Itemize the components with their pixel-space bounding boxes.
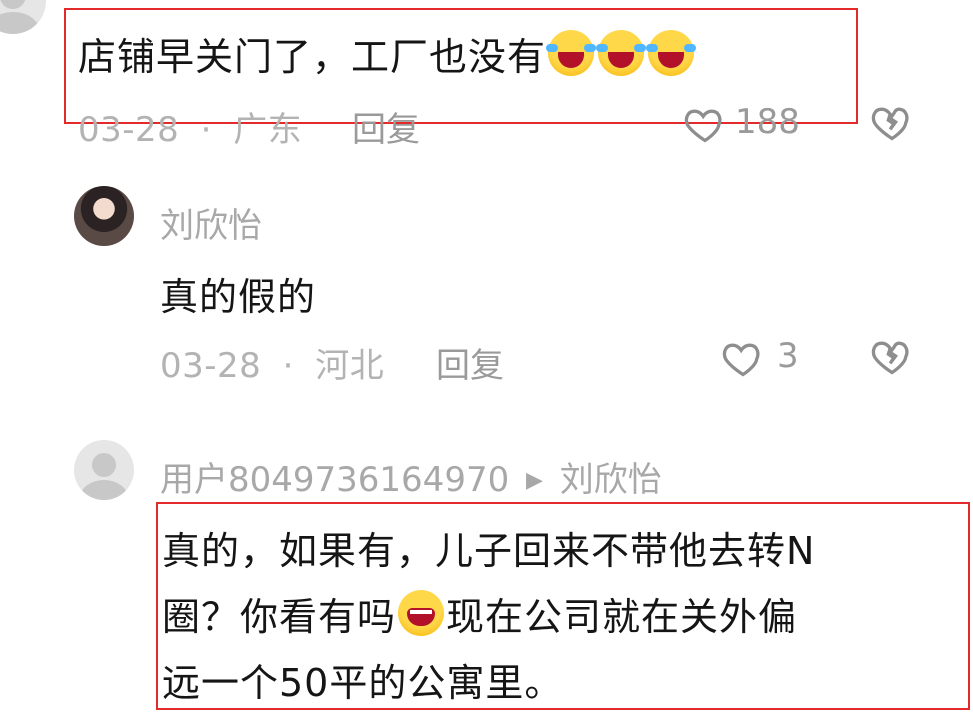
comment-2-location: 河北 [315, 346, 385, 386]
username[interactable]: 刘欣怡 [160, 198, 262, 247]
comment-1-separator: · [200, 110, 212, 150]
comment-2-date: 03-28 [160, 346, 262, 386]
comment-1-location: 广东 [233, 110, 303, 150]
comment-3-line-2-start: 圈？你看有吗 [162, 595, 397, 639]
heart-outline-icon [722, 343, 760, 377]
crying-laughing-emoji [546, 30, 597, 76]
comment-1-text-body: 店铺早关门了，工厂也没有 [78, 35, 547, 79]
comment-2-text: 真的假的 [160, 275, 317, 319]
user-avatar-liuxinyi[interactable] [74, 186, 134, 246]
username[interactable]: 用户8049736164970 [160, 460, 509, 500]
reply-arrow-icon: ▶ [526, 468, 543, 493]
comment-3-line-3: 远一个50平的公寓里。 [162, 661, 564, 705]
like-button[interactable]: 188 [683, 100, 803, 146]
comment-1-text: 店铺早关门了，工厂也没有 [78, 26, 697, 81]
comment-3-line-1: 真的，如果有，儿子回来不带他去转N [162, 529, 816, 573]
reply-button[interactable]: 回复 [352, 102, 420, 151]
default-avatar-icon[interactable] [0, 0, 46, 34]
dislike-button[interactable] [870, 100, 916, 146]
default-avatar-icon[interactable] [74, 440, 134, 500]
broken-heart-icon [871, 341, 909, 375]
comment-2-meta: 03-28 · 河北 [160, 338, 384, 387]
reply-button[interactable]: 回复 [436, 338, 504, 387]
like-button[interactable]: 3 [721, 334, 811, 380]
comment-3-line-2-end: 现在公司就在关外偏 [446, 595, 798, 639]
crying-laughing-emoji [646, 30, 697, 76]
laughing-emoji [398, 590, 445, 636]
broken-heart-icon [871, 107, 909, 141]
dislike-button[interactable] [870, 334, 916, 380]
crying-laughing-emoji [596, 30, 647, 76]
comment-1-meta: 03-28 · 广东 [78, 102, 302, 151]
comment-3-line-2: 圈？你看有吗 现在公司就在关外偏 [162, 586, 797, 641]
comment-1-date: 03-28 [78, 110, 180, 150]
like-count: 3 [777, 336, 799, 376]
reply-header: 用户8049736164970 ▶ 刘欣怡 [160, 452, 662, 501]
heart-outline-icon [684, 109, 722, 143]
like-count: 188 [735, 102, 800, 142]
comment-2-separator: · [282, 346, 294, 386]
reply-to-username[interactable]: 刘欣怡 [560, 460, 662, 500]
